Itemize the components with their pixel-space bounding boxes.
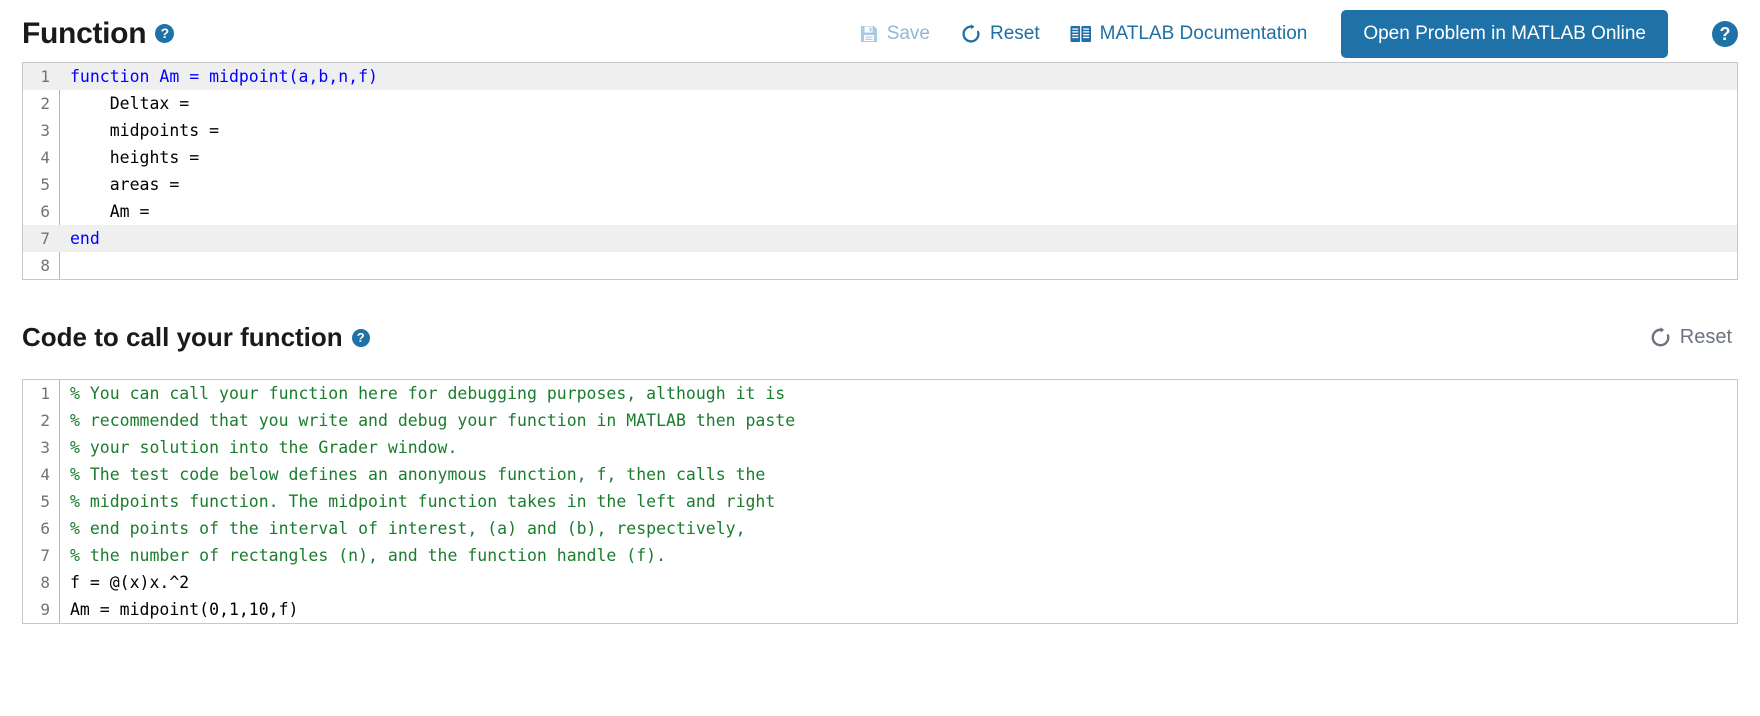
code-line[interactable]: 4 % The test code below defines an anonym… [23,461,1737,488]
code-line[interactable]: 7 % the number of rectangles (n), and the… [23,542,1737,569]
reset-call-code-label: Reset [1679,326,1732,348]
code-line[interactable]: 2 % recommended that you write and debug … [23,407,1737,434]
code-text[interactable]: heights = [59,144,1737,171]
code-line[interactable]: 6 % end points of the interval of interes… [23,515,1737,542]
code-text[interactable]: % your solution into the Grader window. [59,434,1737,461]
reset-call-code-button[interactable]: Reset [1643,325,1738,350]
line-number: 8 [40,573,50,592]
code-line[interactable]: 1 % You can call your function here for d… [23,380,1737,407]
function-code-editor[interactable]: 1 function Am = midpoint(a,b,n,f) 2 Deltax… [22,62,1738,280]
line-number: 5 [40,175,50,194]
refresh-icon [960,23,982,45]
call-section-header: Code to call your function? Reset [0,322,1760,353]
save-button[interactable]: Save [857,19,932,49]
call-section-help-icon[interactable]: ? [351,329,370,347]
book-icon [1070,25,1092,44]
code-line[interactable]: 8 [23,252,1737,279]
line-number: 1 [40,67,50,86]
code-line[interactable]: 1 function Am = midpoint(a,b,n,f) [23,63,1737,90]
code-text[interactable]: % end points of the interval of interest… [59,515,1737,542]
code-line[interactable]: 9 Am = midpoint(0,1,10,f) [23,596,1737,623]
code-line[interactable]: 8 f = @(x)x.^2 [23,569,1737,596]
code-text[interactable]: % the number of rectangles (n), and the … [59,542,1737,569]
header-bar: Function? Save Reset MATLAB Documentatio… [0,0,1760,62]
code-text[interactable]: midpoints = [59,117,1737,144]
line-number: 9 [40,600,50,619]
line-number: 6 [40,519,50,538]
code-text[interactable] [59,252,1737,279]
function-help-icon[interactable]: ? [155,24,175,43]
matlab-documentation-link[interactable]: MATLAB Documentation [1068,19,1310,49]
reset-function-label: Reset [990,23,1040,44]
line-number: 2 [40,411,50,430]
code-line[interactable]: 3 midpoints = [23,117,1737,144]
line-number: 7 [40,229,50,248]
line-number: 4 [40,148,50,167]
code-text[interactable]: % midpoints function. The midpoint funct… [59,488,1737,515]
header-toolbar: Save Reset MATLAB Documentation Open Pro… [857,10,1738,58]
refresh-icon [1649,326,1672,349]
matlab-documentation-label: MATLAB Documentation [1099,23,1308,44]
code-line[interactable]: 7 end [23,225,1737,252]
code-line[interactable]: 5 areas = [23,171,1737,198]
open-problem-in-matlab-online-button[interactable]: Open Problem in MATLAB Online [1341,10,1668,58]
code-line[interactable]: 5 % midpoints function. The midpoint func… [23,488,1737,515]
code-text[interactable]: areas = [59,171,1737,198]
code-text[interactable]: Deltax = [59,90,1737,117]
line-number: 4 [40,465,50,484]
code-line[interactable]: 2 Deltax = [23,90,1737,117]
save-floppy-icon [859,24,879,44]
code-line[interactable]: 3 % your solution into the Grader window. [23,434,1737,461]
save-label: Save [886,23,930,44]
code-text[interactable]: % The test code below defines an anonymo… [59,461,1737,488]
code-text[interactable]: % recommended that you write and debug y… [59,407,1737,434]
code-text[interactable]: function Am = midpoint(a,b,n,f) [59,63,1737,90]
code-line[interactable]: 6 Am = [23,198,1737,225]
line-number: 5 [40,492,50,511]
line-number: 3 [40,121,50,140]
code-text[interactable]: % You can call your function here for de… [59,380,1737,407]
code-text[interactable]: f = @(x)x.^2 [59,569,1737,596]
call-code-editor[interactable]: 1 % You can call your function here for d… [22,379,1738,624]
line-number: 3 [40,438,50,457]
page-title-text: Function [22,17,147,50]
page-help-icon[interactable]: ? [1712,21,1738,47]
line-number: 8 [40,256,50,275]
code-text[interactable]: Am = midpoint(0,1,10,f) [59,596,1737,623]
call-section-title-text: Code to call your function [22,322,343,352]
page-title: Function? [22,17,175,51]
code-text[interactable]: end [59,225,1737,252]
line-number: 2 [40,94,50,113]
matlab-grader-page: Function? Save Reset MATLAB Documentatio… [0,0,1760,716]
reset-function-button[interactable]: Reset [958,19,1042,49]
line-number: 6 [40,202,50,221]
call-section-title: Code to call your function? [22,322,370,353]
code-text[interactable]: Am = [59,198,1737,225]
code-line[interactable]: 4 heights = [23,144,1737,171]
line-number: 1 [40,384,50,403]
line-number: 7 [40,546,50,565]
